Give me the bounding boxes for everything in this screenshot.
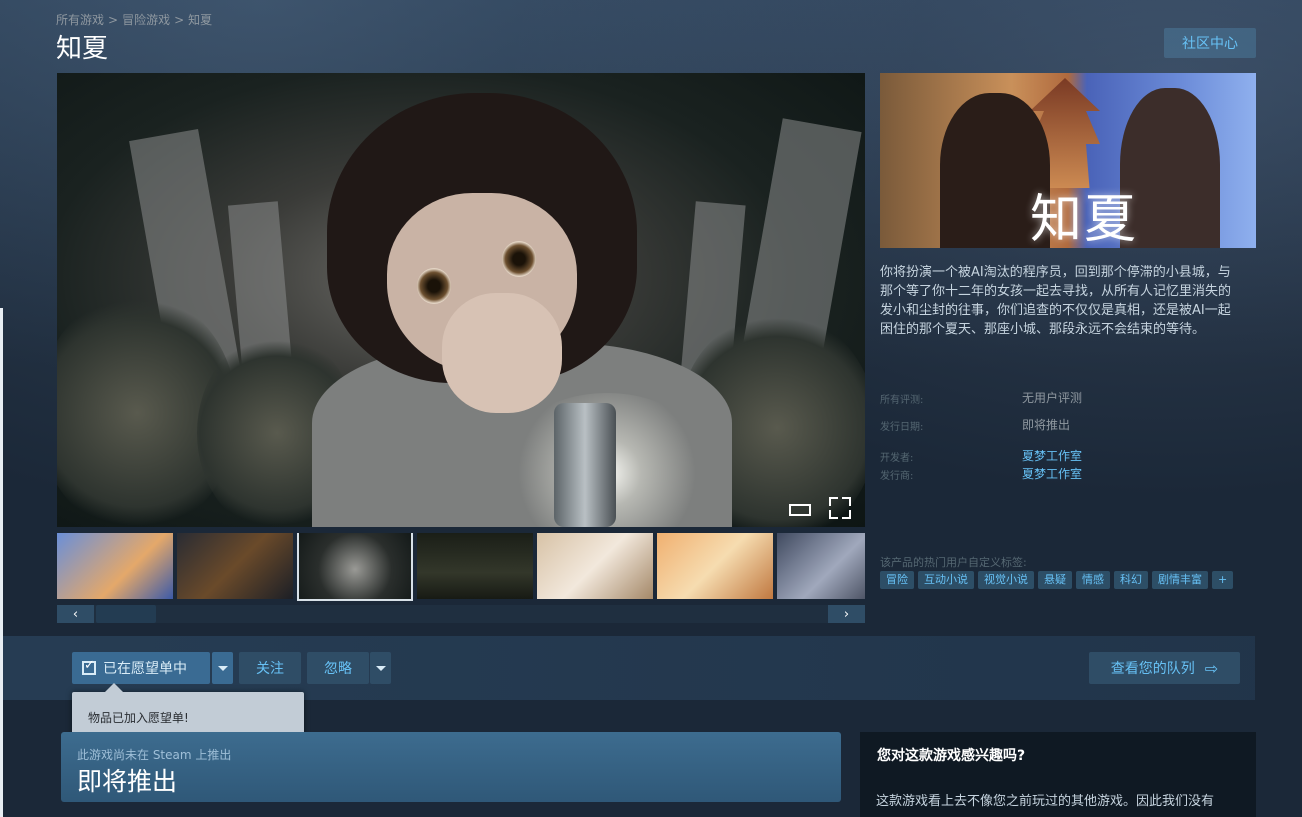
tag-list: 冒险 互动小说 视觉小说 悬疑 情感 科幻 剧情丰富 +	[880, 571, 1234, 589]
reviews-label: 所有评测:	[880, 395, 924, 406]
thumbnail-strip	[57, 533, 865, 601]
scroll-handle[interactable]	[96, 605, 156, 623]
tag[interactable]: 冒险	[880, 571, 914, 589]
release-date-value: 即将推出	[1022, 418, 1071, 432]
notice-subtitle: 此游戏尚未在 Steam 上推出	[77, 748, 232, 762]
flashlight	[554, 403, 616, 527]
chevron-down-icon	[217, 665, 228, 671]
thumbnail[interactable]	[417, 533, 533, 599]
thumbnail[interactable]	[177, 533, 293, 599]
tag[interactable]: 剧情丰富	[1152, 571, 1208, 589]
add-tag-button[interactable]: +	[1212, 571, 1234, 589]
thumbnail[interactable]	[537, 533, 653, 599]
view-queue-button[interactable]: 查看您的队列 ⇨	[1089, 652, 1240, 684]
wishlist-button[interactable]: 已在愿望单中	[72, 652, 210, 684]
checkbox-checked-icon	[82, 658, 96, 675]
thumbnail-scrollbar[interactable]: ‹ ›	[57, 605, 865, 623]
interest-title: 您对这款游戏感兴趣吗?	[877, 748, 1026, 764]
page-title: 知夏	[56, 34, 109, 64]
breadcrumb-all-games[interactable]: 所有游戏	[56, 13, 104, 27]
breadcrumb-current[interactable]: 知夏	[188, 13, 212, 27]
ignore-button[interactable]: 忽略	[307, 652, 369, 684]
wishlist-dropdown-button[interactable]	[212, 652, 233, 684]
community-hub-button[interactable]: 社区中心	[1164, 28, 1256, 58]
game-description: 你将扮演一个被AI淘汰的程序员，回到那个停滞的小县城，与那个等了你十二年的女孩一…	[880, 265, 1232, 337]
fullscreen-icon[interactable]	[829, 497, 851, 519]
scroll-right-button[interactable]: ›	[828, 605, 865, 623]
tag[interactable]: 互动小说	[918, 571, 974, 589]
developer-link[interactable]: 夏梦工作室	[1022, 447, 1082, 464]
character-hand	[442, 293, 562, 413]
breadcrumb-adventure[interactable]: 冒险游戏	[122, 13, 170, 27]
thumbnail-selected[interactable]	[297, 533, 413, 601]
breadcrumb-separator: >	[174, 13, 185, 27]
publisher-label: 发行商:	[880, 471, 914, 482]
interest-text: 这款游戏看上去不像您之前玩过的其他游戏。因此我们没有	[876, 794, 1215, 809]
thumbnail[interactable]	[657, 533, 773, 599]
tag[interactable]: 悬疑	[1038, 571, 1072, 589]
coming-soon-notice: 此游戏尚未在 Steam 上推出 即将推出	[61, 732, 841, 802]
character-eye	[417, 268, 451, 304]
release-date-label: 发行日期:	[880, 422, 924, 433]
character-eye	[502, 241, 536, 277]
follow-button[interactable]: 关注	[239, 652, 301, 684]
interest-panel: 您对这款游戏感兴趣吗? 这款游戏看上去不像您之前玩过的其他游戏。因此我们没有	[860, 732, 1256, 817]
scroll-left-button[interactable]: ‹	[57, 605, 94, 623]
header-capsule-image: 知夏	[880, 73, 1256, 248]
thumbnail[interactable]	[777, 533, 865, 599]
notice-title: 即将推出	[77, 767, 178, 796]
widescreen-icon[interactable]	[789, 500, 815, 518]
reviews-value: 无用户评测	[1022, 391, 1083, 405]
thumbnail[interactable]	[57, 533, 173, 599]
window-edge	[0, 308, 3, 817]
publisher-link[interactable]: 夏梦工作室	[1022, 465, 1082, 482]
wishlist-label: 已在愿望单中	[103, 661, 187, 677]
main-screenshot[interactable]	[57, 73, 865, 527]
breadcrumb-separator: >	[108, 13, 119, 27]
chevron-down-icon	[375, 665, 386, 671]
tag[interactable]: 科幻	[1114, 571, 1148, 589]
breadcrumb: 所有游戏 > 冒险游戏 > 知夏	[56, 11, 212, 28]
tag[interactable]: 视觉小说	[978, 571, 1034, 589]
game-logo: 知夏	[1030, 190, 1139, 248]
tags-label: 该产品的热门用户自定义标签:	[880, 556, 1027, 569]
arrow-right-icon: ⇨	[1204, 658, 1219, 678]
tag[interactable]: 情感	[1076, 571, 1110, 589]
ignore-dropdown-button[interactable]	[370, 652, 391, 684]
view-queue-label: 查看您的队列	[1110, 661, 1195, 677]
developer-label: 开发者:	[880, 453, 914, 464]
